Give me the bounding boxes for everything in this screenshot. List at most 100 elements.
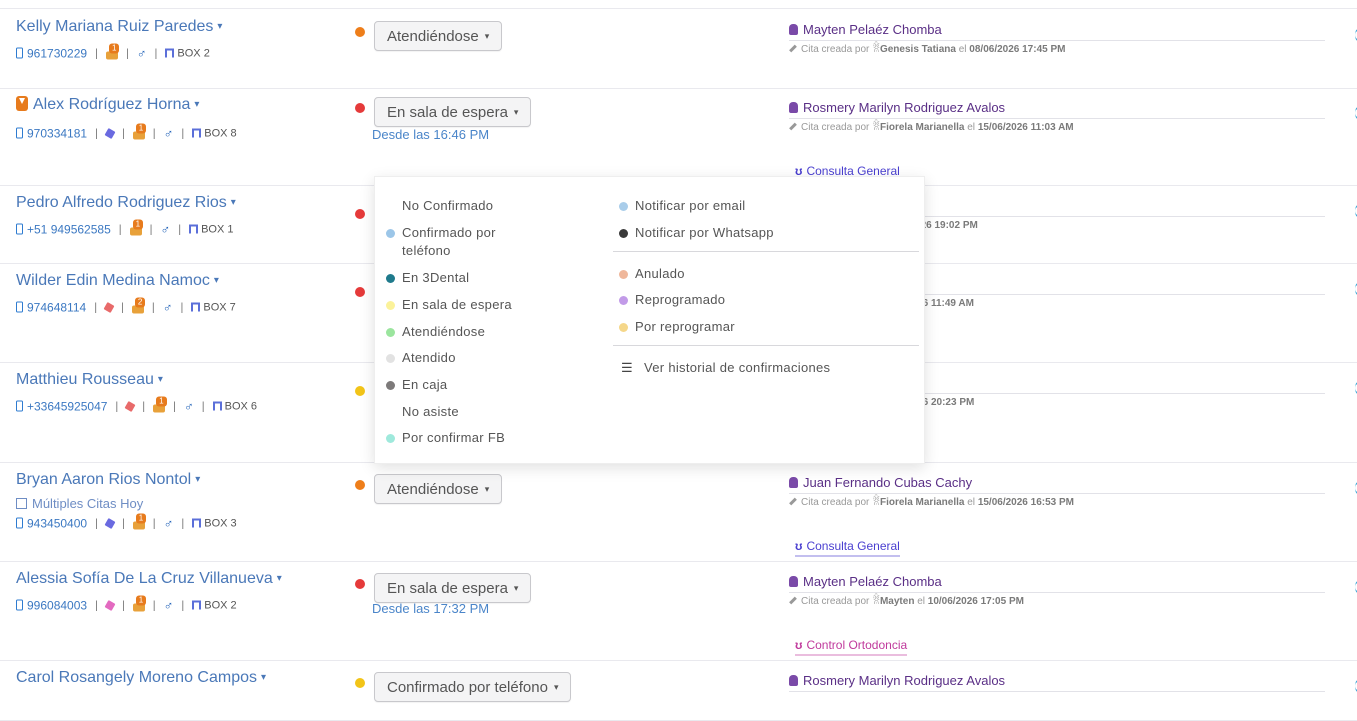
box-icon [191, 302, 201, 312]
patient-name-dropdown[interactable]: Alessia Sofía De La Cruz Villanueva ▾ [16, 570, 282, 588]
patient-name-dropdown[interactable]: Kelly Mariana Ruiz Paredes ▾ [16, 18, 222, 36]
patient-name[interactable]: Pedro Alfredo Rodriguez Rios [16, 194, 227, 211]
doctor-name[interactable]: Rosmery Marilyn Rodriguez Avalos [789, 673, 1005, 688]
male-gender-icon: ♂ [163, 597, 174, 613]
reschedule-option[interactable]: Anulado [619, 265, 685, 283]
phone-number[interactable]: 974648114 [27, 300, 86, 314]
status-option[interactable]: En 3Dental [386, 269, 469, 287]
status-dot [355, 209, 365, 219]
chevron-down-icon: ▾ [194, 99, 200, 110]
box-name: BOX 2 [204, 599, 237, 611]
chat-icon[interactable]: 1 [129, 219, 144, 235]
phone-number[interactable]: 961730229 [27, 46, 87, 60]
status-dropdown[interactable]: Atendiéndose ▾ [374, 21, 503, 51]
appointment-type: Consulta General [806, 539, 900, 553]
phone-number[interactable]: 970334181 [27, 126, 87, 140]
treatment-cube-icon[interactable] [104, 127, 116, 139]
chat-icon[interactable]: 2 [131, 297, 146, 313]
male-gender-icon: ♂ [136, 45, 147, 61]
phone-icon [16, 223, 23, 235]
chat-icon[interactable]: 1 [132, 595, 147, 611]
separator: | [115, 400, 119, 412]
patient-name-dropdown[interactable]: Bryan Aaron Rios Nontol ▾ [16, 471, 200, 489]
notify-option[interactable]: Notificar por email [619, 197, 745, 215]
treatment-cube-icon[interactable] [124, 400, 136, 412]
status-label: Atendiéndose [387, 480, 479, 498]
multiple-appointments-label: Múltiples Citas Hoy [32, 496, 144, 511]
patient-name[interactable]: Alessia Sofía De La Cruz Villanueva [16, 570, 273, 587]
confirmation-history-link[interactable]: ☰ Ver historial de confirmaciones [621, 359, 830, 377]
status-dropdown[interactable]: En sala de espera ▾ [374, 97, 532, 127]
patient-name-dropdown[interactable]: Matthieu Rousseau ▾ [16, 371, 163, 389]
patient-name-dropdown[interactable]: Carol Rosangely Moreno Campos ▾ [16, 669, 266, 687]
box-name: BOX 2 [177, 47, 210, 59]
patient-name[interactable]: Kelly Mariana Ruiz Paredes [16, 18, 213, 35]
phone-number[interactable]: +33645925047 [27, 399, 107, 413]
box-label: BOX 6 [212, 400, 257, 412]
phone-number[interactable]: 996084003 [27, 598, 87, 612]
patient-name[interactable]: Wilder Edin Medina Namoc [16, 272, 210, 289]
box-icon [189, 224, 199, 234]
doctor-name[interactable]: Mayten Pelaéz Chomba [789, 574, 942, 589]
separator: | [152, 599, 156, 611]
appointment-type-tag[interactable]: ʊ Consulta General [795, 539, 900, 557]
chat-icon[interactable]: 1 [153, 396, 167, 412]
status-option-label: En caja [402, 377, 448, 392]
patient-meta: 961730229 | 1 | ♂ | BOX 2 [16, 43, 210, 61]
reschedule-option[interactable]: Por reprogramar [619, 318, 735, 336]
status-option[interactable]: No Confirmado [386, 197, 493, 215]
created-by-line: Cita creada por ꐠFiorela Marianella el 1… [789, 120, 1074, 133]
doctor-name[interactable]: Mayten Pelaéz Chomba [789, 22, 942, 37]
status-option[interactable]: Atendiéndose [386, 323, 485, 341]
chevron-down-icon: ▾ [213, 275, 219, 286]
status-dropdown-menu: No Confirmado Confirmado por teléfono En 3… [374, 176, 925, 464]
chat-icon[interactable]: 1 [132, 513, 147, 529]
status-option[interactable]: Confirmado por teléfono [386, 224, 526, 260]
patient-name[interactable]: Carol Rosangely Moreno Campos [16, 669, 257, 686]
phone-number[interactable]: +51 949562585 [27, 222, 111, 236]
status-dot [355, 27, 365, 37]
chevron-down-icon: ▾ [513, 106, 519, 117]
status-color-dot [386, 301, 395, 310]
patient-meta: 996084003 | | 1 | ♂ | BOX 2 [16, 595, 237, 613]
status-option[interactable]: No asiste [386, 403, 459, 421]
status-option-label: No asiste [402, 404, 459, 419]
phone-number[interactable]: 943450400 [27, 516, 87, 530]
box-name: BOX 1 [201, 223, 234, 235]
doctor-name[interactable]: Juan Fernando Cubas Cachy [789, 475, 972, 490]
chat-icon[interactable]: 1 [105, 43, 120, 59]
status-option[interactable]: En sala de espera [386, 296, 512, 314]
patient-name-dropdown[interactable]: Pedro Alfredo Rodriguez Rios ▾ [16, 194, 236, 212]
status-option[interactable]: Por confirmar FB [386, 429, 505, 447]
treatment-cube-icon[interactable] [103, 301, 115, 313]
status-dropdown[interactable]: Atendiéndose ▾ [374, 474, 503, 504]
separator: | [95, 127, 98, 139]
chat-icon[interactable]: 1 [132, 123, 147, 139]
patient-name[interactable]: Bryan Aaron Rios Nontol [16, 471, 191, 488]
appointment-row: Kelly Mariana Ruiz Paredes ▾ 961730229 | 1 | ♂… [0, 8, 1357, 89]
status-label: En sala de espera [387, 103, 508, 121]
status-dot [355, 386, 365, 396]
appointment-type-tag[interactable]: ʊ Control Ortodoncia [795, 638, 908, 656]
created-by: Genesis Tatiana [879, 44, 956, 55]
created-at: 15/06/2026 16:53 PM [977, 497, 1074, 508]
confirmation-history-label: Ver historial de confirmaciones [644, 360, 831, 375]
chevron-down-icon: ▾ [157, 374, 163, 385]
reschedule-option[interactable]: Reprogramado [619, 291, 725, 309]
doctor-name[interactable]: Rosmery Marilyn Rodriguez Avalos [789, 100, 1005, 115]
patient-name[interactable]: Matthieu Rousseau [16, 371, 154, 388]
treatment-cube-icon[interactable] [104, 599, 116, 611]
patient-meta: +51 949562585 | 1 | ♂ | BOX 1 [16, 219, 234, 237]
patient-name[interactable]: Alex Rodríguez Horna [33, 96, 190, 113]
status-option[interactable]: Atendido [386, 349, 456, 367]
doctor-icon [789, 576, 798, 587]
patient-name-dropdown[interactable]: Alex Rodríguez Horna ▾ [16, 96, 199, 114]
list-icon: ☰ [621, 360, 633, 375]
status-option[interactable]: En caja [386, 376, 447, 394]
notify-option[interactable]: Notificar por Whatsapp [619, 224, 774, 242]
patient-name-dropdown[interactable]: Wilder Edin Medina Namoc ▾ [16, 272, 219, 290]
created-by: Fiorela Marianella [879, 497, 965, 508]
doctor-label: Mayten Pelaéz Chomba [803, 574, 942, 589]
status-dropdown[interactable]: En sala de espera ▾ [374, 573, 532, 603]
treatment-cube-icon[interactable] [104, 517, 116, 529]
